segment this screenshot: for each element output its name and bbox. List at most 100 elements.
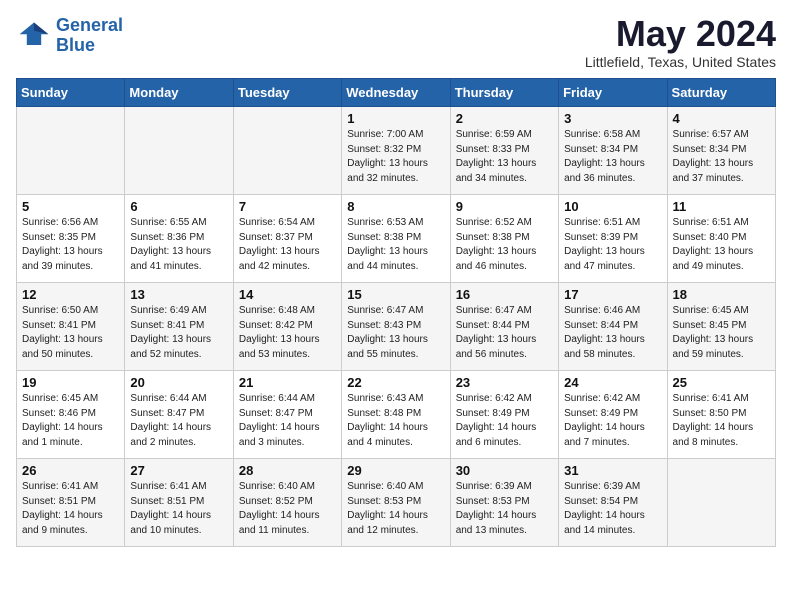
calendar-cell: 30 Sunrise: 6:39 AM Sunset: 8:53 PM Dayli… (450, 459, 558, 547)
day-info: Sunrise: 6:44 AM Sunset: 8:47 PM Dayligh… (239, 392, 336, 450)
day-number: 19 (22, 375, 119, 390)
day-info: Sunrise: 6:49 AM Sunset: 8:41 PM Dayligh… (130, 304, 227, 362)
day-info: Sunrise: 6:59 AM Sunset: 8:33 PM Dayligh… (456, 128, 553, 186)
weekday-header: Thursday (450, 79, 558, 107)
calendar-cell: 29Sunrise: 6:40 AM Sunset: 8:53 PM Dayli… (342, 459, 450, 547)
day-number: 28 (239, 463, 336, 478)
day-info: Sunrise: 6:56 AM Sunset: 8:35 PM Dayligh… (22, 216, 119, 274)
calendar-cell: 21 Sunrise: 6:44 AM Sunset: 8:47 PM Dayli… (233, 371, 341, 459)
day-number: 10 (564, 199, 661, 214)
calendar-week-row: 19Sunrise: 6:45 AM Sunset: 8:46 PM Dayli… (17, 371, 776, 459)
calendar-cell: 3 Sunrise: 6:58 AM Sunset: 8:34 PM Daylig… (559, 107, 667, 195)
calendar-week-row: 26 Sunrise: 6:41 AM Sunset: 8:51 PM Dayli… (17, 459, 776, 547)
calendar-week-row: 1Sunrise: 7:00 AM Sunset: 8:32 PM Daylig… (17, 107, 776, 195)
day-info: Sunrise: 6:41 AM Sunset: 8:50 PM Dayligh… (673, 392, 770, 450)
calendar-cell: 16 Sunrise: 6:47 AM Sunset: 8:44 PM Dayli… (450, 283, 558, 371)
day-info: Sunrise: 6:50 AM Sunset: 8:41 PM Dayligh… (22, 304, 119, 362)
day-number: 7 (239, 199, 336, 214)
weekday-header: Tuesday (233, 79, 341, 107)
day-info: Sunrise: 6:55 AM Sunset: 8:36 PM Dayligh… (130, 216, 227, 274)
day-number: 25 (673, 375, 770, 390)
calendar-cell: 25 Sunrise: 6:41 AM Sunset: 8:50 PM Dayli… (667, 371, 775, 459)
calendar-cell: 26 Sunrise: 6:41 AM Sunset: 8:51 PM Dayli… (17, 459, 125, 547)
day-number: 14 (239, 287, 336, 302)
day-number: 8 (347, 199, 444, 214)
day-number: 31 (564, 463, 661, 478)
day-info: Sunrise: 6:42 AM Sunset: 8:49 PM Dayligh… (456, 392, 553, 450)
day-info: Sunrise: 6:41 AM Sunset: 8:51 PM Dayligh… (22, 480, 119, 538)
day-number: 2 (456, 111, 553, 126)
month-title: May 2024 (585, 16, 776, 52)
calendar-cell: 13 Sunrise: 6:49 AM Sunset: 8:41 PM Dayli… (125, 283, 233, 371)
calendar-cell: 1Sunrise: 7:00 AM Sunset: 8:32 PM Daylig… (342, 107, 450, 195)
calendar-cell: 27Sunrise: 6:41 AM Sunset: 8:51 PM Dayli… (125, 459, 233, 547)
weekday-header-row: SundayMondayTuesdayWednesdayThursdayFrid… (17, 79, 776, 107)
day-number: 5 (22, 199, 119, 214)
logo-text: General Blue (56, 16, 123, 56)
day-number: 23 (456, 375, 553, 390)
calendar-cell: 19Sunrise: 6:45 AM Sunset: 8:46 PM Dayli… (17, 371, 125, 459)
calendar-cell: 7 Sunrise: 6:54 AM Sunset: 8:37 PM Daylig… (233, 195, 341, 283)
day-number: 3 (564, 111, 661, 126)
calendar-week-row: 12Sunrise: 6:50 AM Sunset: 8:41 PM Dayli… (17, 283, 776, 371)
day-number: 27 (130, 463, 227, 478)
day-number: 29 (347, 463, 444, 478)
day-number: 1 (347, 111, 444, 126)
day-info: Sunrise: 6:51 AM Sunset: 8:40 PM Dayligh… (673, 216, 770, 274)
day-info: Sunrise: 6:47 AM Sunset: 8:44 PM Dayligh… (456, 304, 553, 362)
logo: General Blue (16, 16, 123, 56)
day-number: 30 (456, 463, 553, 478)
calendar-cell: 23 Sunrise: 6:42 AM Sunset: 8:49 PM Dayli… (450, 371, 558, 459)
weekday-header: Monday (125, 79, 233, 107)
day-info: Sunrise: 6:54 AM Sunset: 8:37 PM Dayligh… (239, 216, 336, 274)
day-number: 18 (673, 287, 770, 302)
calendar-table: SundayMondayTuesdayWednesdayThursdayFrid… (16, 78, 776, 547)
weekday-header: Saturday (667, 79, 775, 107)
day-info: Sunrise: 6:57 AM Sunset: 8:34 PM Dayligh… (673, 128, 770, 186)
day-number: 11 (673, 199, 770, 214)
day-info: Sunrise: 6:58 AM Sunset: 8:34 PM Dayligh… (564, 128, 661, 186)
day-number: 26 (22, 463, 119, 478)
calendar-cell: 5 Sunrise: 6:56 AM Sunset: 8:35 PM Daylig… (17, 195, 125, 283)
day-number: 4 (673, 111, 770, 126)
calendar-cell: 12Sunrise: 6:50 AM Sunset: 8:41 PM Dayli… (17, 283, 125, 371)
calendar-cell: 31 Sunrise: 6:39 AM Sunset: 8:54 PM Dayli… (559, 459, 667, 547)
calendar-cell: 24 Sunrise: 6:42 AM Sunset: 8:49 PM Dayli… (559, 371, 667, 459)
day-info: Sunrise: 6:47 AM Sunset: 8:43 PM Dayligh… (347, 304, 444, 362)
calendar-cell (667, 459, 775, 547)
calendar-cell (17, 107, 125, 195)
title-block: May 2024 Littlefield, Texas, United Stat… (585, 16, 776, 70)
calendar-cell: 15 Sunrise: 6:47 AM Sunset: 8:43 PM Dayli… (342, 283, 450, 371)
weekday-header: Friday (559, 79, 667, 107)
day-number: 6 (130, 199, 227, 214)
day-number: 13 (130, 287, 227, 302)
day-number: 21 (239, 375, 336, 390)
calendar-cell: 28 Sunrise: 6:40 AM Sunset: 8:52 PM Dayli… (233, 459, 341, 547)
day-number: 24 (564, 375, 661, 390)
day-number: 20 (130, 375, 227, 390)
day-number: 15 (347, 287, 444, 302)
calendar-cell: 20Sunrise: 6:44 AM Sunset: 8:47 PM Dayli… (125, 371, 233, 459)
calendar-cell: 8Sunrise: 6:53 AM Sunset: 8:38 PM Daylig… (342, 195, 450, 283)
day-info: Sunrise: 6:51 AM Sunset: 8:39 PM Dayligh… (564, 216, 661, 274)
calendar-cell: 4 Sunrise: 6:57 AM Sunset: 8:34 PM Daylig… (667, 107, 775, 195)
location: Littlefield, Texas, United States (585, 54, 776, 70)
day-info: Sunrise: 6:39 AM Sunset: 8:54 PM Dayligh… (564, 480, 661, 538)
day-info: Sunrise: 6:48 AM Sunset: 8:42 PM Dayligh… (239, 304, 336, 362)
day-info: Sunrise: 6:40 AM Sunset: 8:52 PM Dayligh… (239, 480, 336, 538)
day-info: Sunrise: 6:45 AM Sunset: 8:45 PM Dayligh… (673, 304, 770, 362)
page-header: General Blue May 2024 Littlefield, Texas… (16, 16, 776, 70)
day-info: Sunrise: 6:42 AM Sunset: 8:49 PM Dayligh… (564, 392, 661, 450)
calendar-cell: 9Sunrise: 6:52 AM Sunset: 8:38 PM Daylig… (450, 195, 558, 283)
day-info: Sunrise: 6:39 AM Sunset: 8:53 PM Dayligh… (456, 480, 553, 538)
calendar-cell: 14 Sunrise: 6:48 AM Sunset: 8:42 PM Dayli… (233, 283, 341, 371)
day-info: Sunrise: 6:43 AM Sunset: 8:48 PM Dayligh… (347, 392, 444, 450)
day-info: Sunrise: 6:52 AM Sunset: 8:38 PM Dayligh… (456, 216, 553, 274)
calendar-cell: 17 Sunrise: 6:46 AM Sunset: 8:44 PM Dayli… (559, 283, 667, 371)
day-number: 17 (564, 287, 661, 302)
calendar-cell: 2 Sunrise: 6:59 AM Sunset: 8:33 PM Daylig… (450, 107, 558, 195)
logo-icon (16, 18, 52, 54)
day-info: Sunrise: 6:46 AM Sunset: 8:44 PM Dayligh… (564, 304, 661, 362)
calendar-cell (125, 107, 233, 195)
day-number: 16 (456, 287, 553, 302)
